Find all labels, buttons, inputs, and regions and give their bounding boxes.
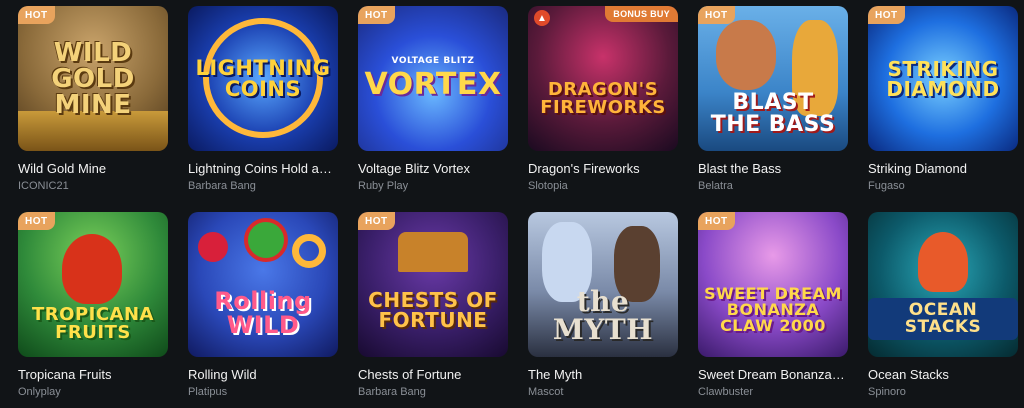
- game-provider: Belatra: [698, 180, 733, 192]
- game-title[interactable]: Blast the Bass: [698, 161, 848, 176]
- game-provider: Onlyplay: [18, 386, 61, 398]
- game-card-striking-diamond[interactable]: HOT STRIKING DIAMOND Striking Diamond Fu…: [868, 6, 1018, 192]
- game-card-lightning-coins[interactable]: LIGHTNING COINS Lightning Coins Hold and…: [188, 6, 338, 192]
- hot-badge: HOT: [868, 6, 905, 24]
- game-card-blast-the-bass[interactable]: HOT BLAST THE BASS Blast the Bass Belatr…: [698, 6, 848, 192]
- game-thumbnail[interactable]: HOT CHESTS OF FORTUNE: [358, 212, 508, 357]
- game-thumbnail[interactable]: the MYTH: [528, 212, 678, 357]
- game-thumbnail[interactable]: HOT VOLTAGE BLITZ VORTEX: [358, 6, 508, 151]
- game-thumbnail[interactable]: HOT STRIKING DIAMOND: [868, 6, 1018, 151]
- game-provider: Clawbuster: [698, 386, 754, 398]
- game-provider: Barbara Bang: [188, 180, 256, 192]
- game-card-dragons-fireworks[interactable]: ▲ BONUS BUY DRAGON'S FIREWORKS Dragon's …: [528, 6, 678, 192]
- game-art-main: VORTEX: [364, 67, 502, 102]
- game-art-title: WILD GOLD MINE: [51, 37, 135, 120]
- game-art-title: LIGHTNING COINS: [195, 55, 331, 101]
- hot-badge: HOT: [18, 212, 55, 230]
- game-thumbnail[interactable]: Rolling WILD: [188, 212, 338, 357]
- game-art-title: BLAST THE BASS: [710, 89, 836, 137]
- game-thumbnail[interactable]: HOT WILD GOLD MINE: [18, 6, 168, 151]
- game-art-subtitle: VOLTAGE BLITZ: [391, 56, 475, 66]
- game-card-wild-gold-mine[interactable]: HOT WILD GOLD MINE Wild Gold Mine ICONIC…: [18, 6, 168, 192]
- game-provider: ICONIC21: [18, 180, 69, 192]
- game-thumbnail[interactable]: HOT BLAST THE BASS: [698, 6, 848, 151]
- game-thumbnail[interactable]: LIGHTNING COINS: [188, 6, 338, 151]
- game-art-title: TROPICANA FRUITS: [32, 303, 154, 343]
- game-thumbnail[interactable]: OCEAN STACKS: [868, 212, 1018, 357]
- game-title[interactable]: Chests of Fortune: [358, 367, 508, 382]
- game-provider: Barbara Bang: [358, 386, 426, 398]
- game-card-chests-of-fortune[interactable]: HOT CHESTS OF FORTUNE Chests of Fortune …: [358, 212, 508, 398]
- game-provider: Platipus: [188, 386, 228, 398]
- game-title[interactable]: Lightning Coins Hold and Win: [188, 161, 338, 176]
- hot-badge: HOT: [18, 6, 55, 24]
- game-thumbnail[interactable]: HOT SWEET DREAM BONANZA CLAW 2000: [698, 212, 848, 357]
- fire-icon: ▲: [534, 10, 550, 26]
- hot-badge: HOT: [358, 6, 395, 24]
- game-provider: Slotopia: [528, 180, 568, 192]
- game-art-title: OCEAN STACKS: [868, 297, 1018, 340]
- game-title[interactable]: Rolling Wild: [188, 367, 338, 382]
- game-art-title: the MYTH: [552, 284, 654, 346]
- game-title[interactable]: Wild Gold Mine: [18, 161, 168, 176]
- game-provider: Spinoro: [868, 386, 906, 398]
- game-card-the-myth[interactable]: the MYTH The Myth Mascot: [528, 212, 678, 398]
- game-art-title: Rolling WILD: [214, 286, 312, 339]
- game-grid: HOT WILD GOLD MINE Wild Gold Mine ICONIC…: [0, 0, 1024, 408]
- game-art-title: VOLTAGE BLITZ VORTEX: [358, 57, 507, 100]
- hot-badge: HOT: [698, 6, 735, 24]
- game-card-tropicana-fruits[interactable]: HOT TROPICANA FRUITS Tropicana Fruits On…: [18, 212, 168, 398]
- game-card-rolling-wild[interactable]: Rolling WILD Rolling Wild Platipus: [188, 212, 338, 398]
- game-title[interactable]: Sweet Dream Bonanza Claw 2000: [698, 367, 848, 382]
- game-card-voltage-blitz-vortex[interactable]: HOT VOLTAGE BLITZ VORTEX Voltage Blitz V…: [358, 6, 508, 192]
- game-provider: Mascot: [528, 386, 564, 398]
- game-provider: Fugaso: [868, 180, 905, 192]
- game-thumbnail[interactable]: ▲ BONUS BUY DRAGON'S FIREWORKS: [528, 6, 678, 151]
- game-title[interactable]: Voltage Blitz Vortex: [358, 161, 508, 176]
- hot-badge: HOT: [698, 212, 735, 230]
- game-title[interactable]: The Myth: [528, 367, 678, 382]
- game-title[interactable]: Ocean Stacks: [868, 367, 1018, 382]
- hot-badge: HOT: [358, 212, 395, 230]
- game-art-title: CHESTS OF FORTUNE: [368, 287, 498, 332]
- game-title[interactable]: Dragon's Fireworks: [528, 161, 678, 176]
- game-title[interactable]: Tropicana Fruits: [18, 367, 168, 382]
- bonus-buy-badge: BONUS BUY: [605, 6, 678, 22]
- game-art-title: STRIKING DIAMOND: [886, 56, 1000, 101]
- game-card-ocean-stacks[interactable]: OCEAN STACKS Ocean Stacks Spinoro: [868, 212, 1018, 398]
- game-provider: Ruby Play: [358, 180, 409, 192]
- game-thumbnail[interactable]: HOT TROPICANA FRUITS: [18, 212, 168, 357]
- game-title[interactable]: Striking Diamond: [868, 161, 1018, 176]
- game-art-title: SWEET DREAM BONANZA CLAW 2000: [704, 283, 842, 335]
- game-card-sweet-dream-bonanza[interactable]: HOT SWEET DREAM BONANZA CLAW 2000 Sweet …: [698, 212, 848, 398]
- game-art-title: DRAGON'S FIREWORKS: [540, 78, 666, 118]
